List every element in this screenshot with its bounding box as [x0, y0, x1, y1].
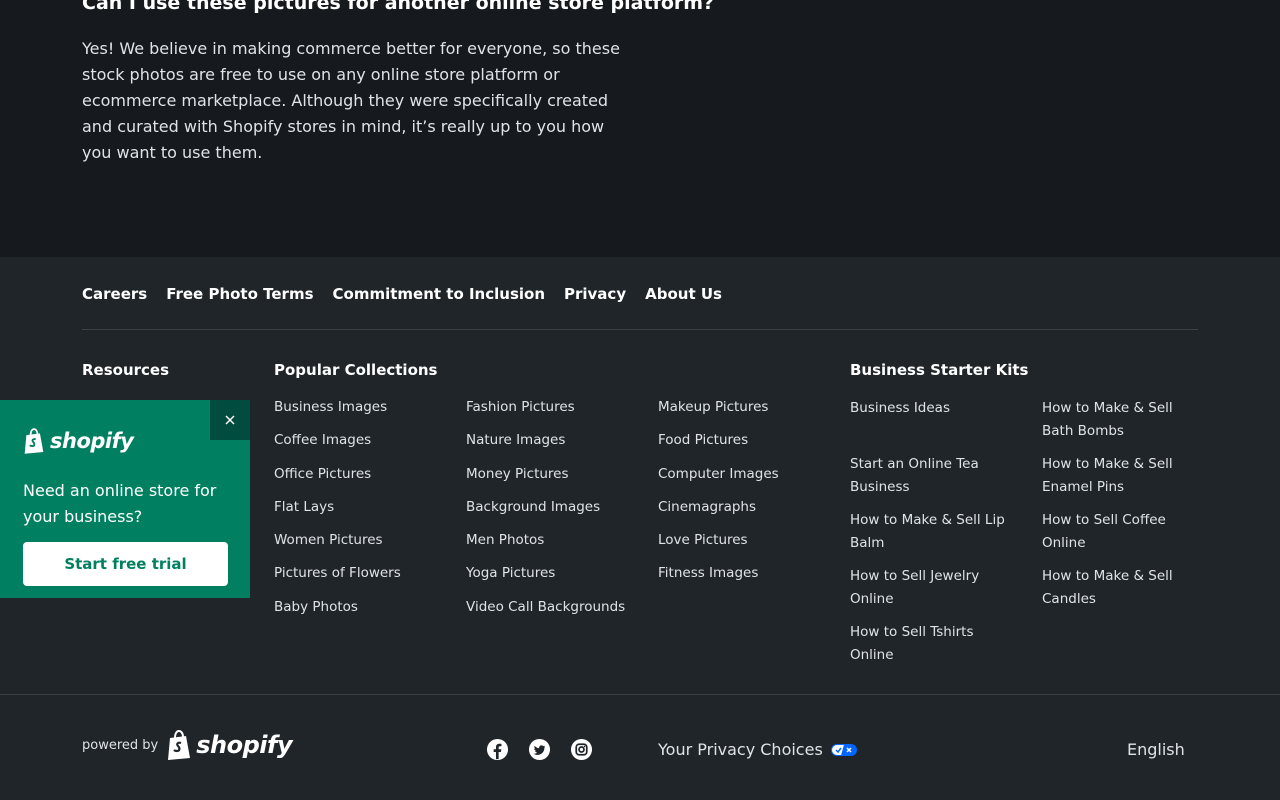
instagram-icon[interactable] [570, 738, 593, 761]
starter-kit-link[interactable]: Start an Online Tea Business [850, 453, 1010, 509]
commitment-to-inclusion-link[interactable]: Commitment to Inclusion [333, 285, 545, 303]
starter-kit-link[interactable]: How to Make & Sell Candles [1042, 565, 1202, 621]
social-links [486, 738, 593, 761]
shopify-logo: shopify [166, 730, 293, 760]
collection-link[interactable]: Nature Images [466, 430, 625, 463]
starter-kit-link[interactable]: How to Sell Tshirts Online [850, 621, 1010, 677]
collection-link[interactable]: Office Pictures [274, 464, 401, 497]
popular-collections-col-2: Fashion Pictures Nature Images Money Pic… [466, 397, 625, 630]
starter-kit-link[interactable]: How to Make & Sell Enamel Pins [1042, 453, 1202, 509]
faq-question: Can I use these pictures for another onl… [82, 0, 715, 14]
collection-link[interactable]: Money Pictures [466, 464, 625, 497]
collection-link[interactable]: Cinemagraphs [658, 497, 779, 530]
language-selector[interactable]: English [1127, 740, 1185, 759]
collection-link[interactable]: Fitness Images [658, 563, 779, 596]
collection-link[interactable]: Coffee Images [274, 430, 401, 463]
about-us-link[interactable]: About Us [645, 285, 722, 303]
collection-link[interactable]: Baby Photos [274, 597, 401, 630]
starter-kit-link[interactable]: How to Make & Sell Bath Bombs [1042, 397, 1202, 453]
collection-link[interactable]: Fashion Pictures [466, 397, 625, 430]
starter-kit-link[interactable]: How to Sell Jewelry Online [850, 565, 1010, 621]
shopify-wordmark: shopify [196, 731, 293, 759]
starter-kit-link[interactable]: How to Sell Coffee Online [1042, 509, 1202, 565]
popular-collections-heading: Popular Collections [274, 361, 438, 379]
shopify-bag-icon [168, 730, 191, 760]
privacy-choices-link[interactable]: Your Privacy Choices [658, 740, 857, 759]
privacy-link[interactable]: Privacy [564, 285, 626, 303]
powered-by-shopify[interactable]: powered by shopify [82, 730, 293, 760]
privacy-choices-text: Your Privacy Choices [658, 740, 823, 759]
collection-link[interactable]: Men Photos [466, 530, 625, 563]
collection-link[interactable]: Food Pictures [658, 430, 779, 463]
promo-shopify-logo: shopify [23, 428, 134, 454]
twitter-icon[interactable] [528, 738, 551, 761]
shopify-bag-icon [24, 428, 44, 454]
bottom-divider [0, 694, 1280, 695]
collection-link[interactable]: Women Pictures [274, 530, 401, 563]
powered-by-text: powered by [82, 737, 159, 753]
collection-link[interactable]: Flat Lays [274, 497, 401, 530]
close-icon [225, 415, 235, 425]
promo-popup: shopify Need an online store for your bu… [0, 400, 250, 598]
starter-kits-col-1: Business Ideas Start an Online Tea Busin… [850, 397, 1010, 677]
faq-answer: Yes! We believe in making commerce bette… [82, 39, 620, 162]
free-photo-terms-link[interactable]: Free Photo Terms [166, 285, 313, 303]
collection-link[interactable]: Pictures of Flowers [274, 563, 401, 596]
collection-link[interactable]: Makeup Pictures [658, 397, 779, 430]
footer-top-links: Careers Free Photo Terms Commitment to I… [82, 285, 722, 303]
collection-link[interactable]: Business Images [274, 397, 401, 430]
shopify-wordmark: shopify [50, 429, 134, 453]
collection-link[interactable]: Background Images [466, 497, 625, 530]
start-free-trial-button[interactable]: Start free trial [23, 542, 228, 586]
privacy-choices-icon [830, 743, 857, 756]
collection-link[interactable]: Love Pictures [658, 530, 779, 563]
collection-link[interactable]: Computer Images [658, 464, 779, 497]
resources-heading: Resources [82, 361, 170, 379]
faq-section: Can I use these pictures for another onl… [0, 0, 1280, 257]
business-starter-kits-heading: Business Starter Kits [850, 361, 1029, 379]
close-button[interactable] [210, 400, 250, 440]
popular-collections-col-1: Business Images Coffee Images Office Pic… [274, 397, 401, 630]
facebook-icon[interactable] [486, 738, 509, 761]
collection-link[interactable]: Yoga Pictures [466, 563, 625, 596]
starter-kits-col-2: How to Make & Sell Bath Bombs How to Mak… [1042, 397, 1202, 621]
footer-divider [82, 329, 1198, 330]
starter-kit-link[interactable]: How to Make & Sell Lip Balm [850, 509, 1010, 565]
careers-link[interactable]: Careers [82, 285, 147, 303]
starter-kit-link[interactable]: Business Ideas [850, 397, 1010, 453]
popular-collections-col-3: Makeup Pictures Food Pictures Computer I… [658, 397, 779, 597]
promo-text: Need an online store for your business? [23, 481, 217, 526]
collection-link[interactable]: Video Call Backgrounds [466, 597, 625, 630]
